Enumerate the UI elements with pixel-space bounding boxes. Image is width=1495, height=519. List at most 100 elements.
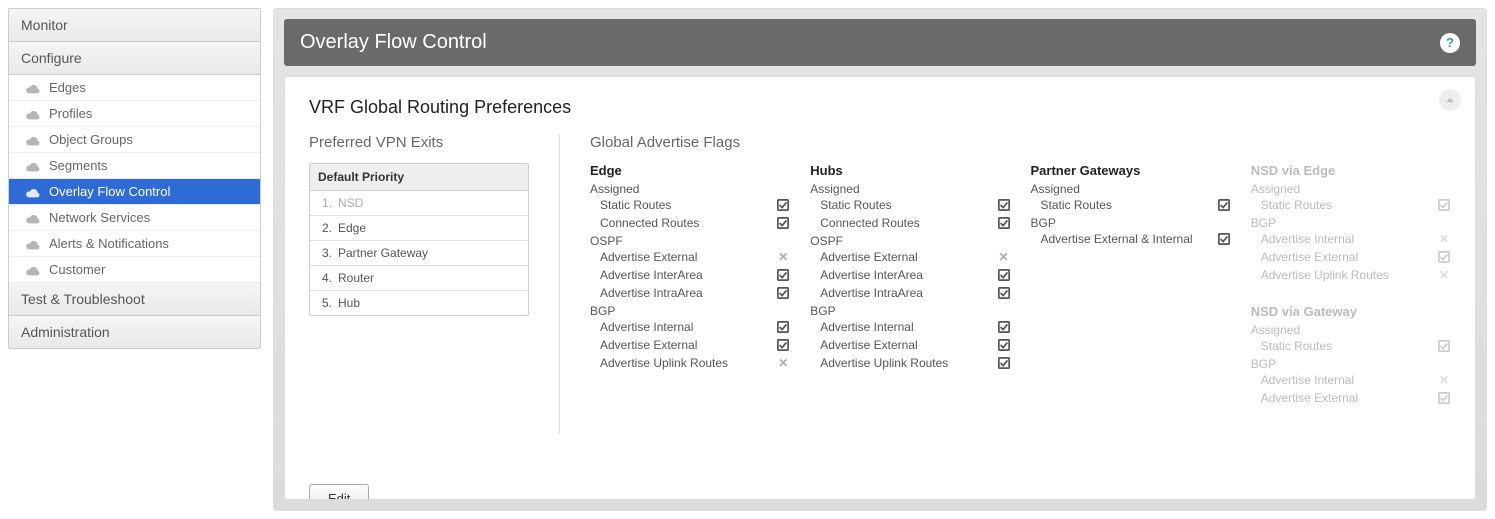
gaf-row-label: Advertise Uplink Routes — [1261, 268, 1389, 282]
priority-label: NSD — [338, 196, 363, 210]
x-icon: ✕ — [1437, 373, 1451, 387]
checkbox-checked-icon — [776, 321, 790, 333]
gaf-row: Connected Routes — [810, 214, 1010, 232]
preferred-title: Preferred VPN Exits — [309, 134, 529, 151]
sidebar: Monitor Configure Edges Profiles Object … — [8, 8, 261, 349]
gaf-row: Advertise External & Internal — [1031, 230, 1231, 248]
checkbox-checked-icon — [776, 269, 790, 281]
gaf-row-label: Advertise External — [1261, 391, 1358, 405]
sidebar-item-label: Network Services — [49, 210, 150, 225]
help-icon[interactable]: ? — [1440, 33, 1460, 53]
gaf-column-title: Edge — [590, 163, 790, 178]
gaf-row: Advertise Uplink Routes ✕ — [590, 354, 790, 372]
gaf-group-label: BGP — [1251, 216, 1451, 230]
gaf-row: Advertise Uplink Routes ✕ — [1251, 266, 1451, 284]
gaf-row-label: Advertise External — [600, 338, 697, 352]
cloud-icon — [25, 213, 41, 223]
sidebar-item-segments[interactable]: Segments — [9, 153, 260, 179]
gaf-row-label: Static Routes — [600, 198, 671, 212]
checkbox-checked-icon — [776, 287, 790, 299]
gaf-row-label: Static Routes — [1041, 198, 1112, 212]
priority-number: 5. — [318, 296, 332, 310]
priority-row[interactable]: 3.Partner Gateway — [310, 241, 528, 266]
x-icon: ✕ — [1437, 268, 1451, 282]
checkbox-checked-icon — [997, 357, 1011, 369]
main-area: Overlay Flow Control ? VRF Global Routin… — [273, 8, 1487, 511]
checkbox-checked-icon — [776, 217, 790, 229]
gaf-row: Static Routes — [810, 196, 1010, 214]
gaf-row-label: Advertise External — [1261, 250, 1358, 264]
cloud-icon — [25, 265, 41, 275]
sidebar-item-label: Profiles — [49, 106, 92, 121]
checkbox-checked-icon — [1437, 340, 1451, 352]
gaf-column-title: Partner Gateways — [1031, 163, 1231, 178]
page-title: Overlay Flow Control — [300, 31, 487, 54]
cloud-icon — [25, 83, 41, 93]
sidebar-section-monitor[interactable]: Monitor — [9, 9, 260, 42]
sidebar-item-label: Object Groups — [49, 132, 133, 147]
gaf-row: Advertise InterArea — [590, 266, 790, 284]
sidebar-item-overlay-flow-control[interactable]: Overlay Flow Control — [9, 179, 260, 205]
gaf-row-label: Advertise External & Internal — [1041, 232, 1193, 246]
gaf-row: Advertise External — [590, 336, 790, 354]
cloud-icon — [25, 187, 41, 197]
gaf-row: Static Routes — [1031, 196, 1231, 214]
collapse-icon[interactable] — [1439, 89, 1461, 111]
gaf-row: Static Routes — [1251, 337, 1451, 355]
gaf-row: Advertise External — [1251, 389, 1451, 407]
checkbox-checked-icon — [997, 339, 1011, 351]
gaf-row-label: Advertise External — [820, 250, 917, 264]
priority-number: 3. — [318, 246, 332, 260]
global-advertise-flags: Global Advertise Flags EdgeAssignedStati… — [590, 134, 1451, 407]
preferred-vpn-exits: Preferred VPN Exits Default Priority 1.N… — [309, 134, 529, 316]
sidebar-item-object-groups[interactable]: Object Groups — [9, 127, 260, 153]
gaf-stacked-column: NSD via EdgeAssignedStatic RoutesBGPAdve… — [1251, 163, 1451, 407]
gaf-group-label: BGP — [810, 304, 1010, 318]
priority-row[interactable]: 1.NSD — [310, 191, 528, 216]
gaf-column: HubsAssignedStatic RoutesConnected Route… — [810, 163, 1010, 407]
gaf-group-label: Assigned — [810, 182, 1010, 196]
gaf-row: Static Routes — [590, 196, 790, 214]
priority-row[interactable]: 5. Hub — [310, 291, 528, 315]
priority-row[interactable]: 2.Edge — [310, 216, 528, 241]
gaf-group-label: BGP — [1031, 216, 1231, 230]
priority-label: Hub — [338, 296, 360, 310]
gaf-row-label: Advertise IntraArea — [820, 286, 923, 300]
gaf-row: Advertise External✕ — [590, 248, 790, 266]
gaf-group-label: Assigned — [590, 182, 790, 196]
gaf-row: Connected Routes — [590, 214, 790, 232]
gaf-row-label: Advertise External — [600, 250, 697, 264]
gaf-column: NSD via GatewayAssignedStatic RoutesBGPA… — [1251, 304, 1451, 407]
gaf-row-label: Advertise InterArea — [820, 268, 923, 282]
sidebar-item-profiles[interactable]: Profiles — [9, 101, 260, 127]
gaf-title: Global Advertise Flags — [590, 134, 1451, 151]
sidebar-item-customer[interactable]: Customer — [9, 257, 260, 283]
sidebar-item-label: Alerts & Notifications — [49, 236, 169, 251]
sidebar-item-label: Overlay Flow Control — [49, 184, 170, 199]
priority-label: Router — [338, 271, 374, 285]
sidebar-item-edges[interactable]: Edges — [9, 75, 260, 101]
checkbox-checked-icon — [1437, 199, 1451, 211]
gaf-row: Advertise Internal ✕ — [1251, 371, 1451, 389]
checkbox-checked-icon — [1217, 199, 1231, 211]
priority-header: Default Priority — [310, 164, 528, 191]
checkbox-checked-icon — [997, 269, 1011, 281]
gaf-row-label: Advertise Uplink Routes — [600, 356, 728, 370]
gaf-row: Advertise External — [1251, 248, 1451, 266]
sidebar-item-network-services[interactable]: Network Services — [9, 205, 260, 231]
checkbox-checked-icon — [997, 321, 1011, 333]
sidebar-section-test-troubleshoot[interactable]: Test & Troubleshoot — [9, 283, 260, 316]
edit-button[interactable]: Edit — [309, 484, 369, 500]
priority-row[interactable]: 4.Router — [310, 266, 528, 291]
checkbox-checked-icon — [997, 287, 1011, 299]
gaf-row: Advertise IntraArea — [810, 284, 1010, 302]
gaf-column-title: NSD via Gateway — [1251, 304, 1451, 319]
gaf-row-label: Advertise Internal — [820, 320, 913, 334]
gaf-row: Advertise External — [810, 336, 1010, 354]
gaf-group-label: OSPF — [590, 234, 790, 248]
gaf-row-label: Advertise Internal — [1261, 373, 1354, 387]
sidebar-section-administration[interactable]: Administration — [9, 316, 260, 348]
sidebar-section-configure[interactable]: Configure — [9, 42, 260, 75]
x-icon: ✕ — [776, 356, 790, 370]
sidebar-item-alerts-notifications[interactable]: Alerts & Notifications — [9, 231, 260, 257]
